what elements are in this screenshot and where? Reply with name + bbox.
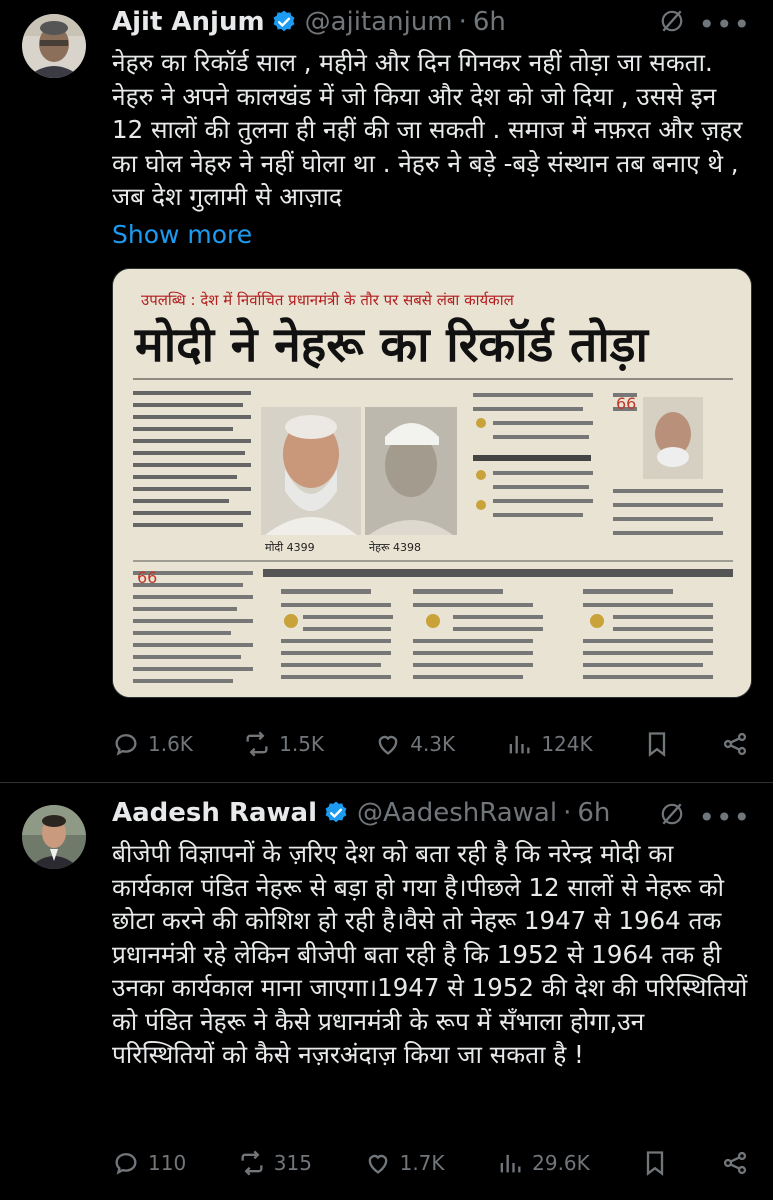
share-button[interactable]	[721, 730, 749, 758]
timestamp[interactable]: 6h	[577, 798, 610, 828]
tweet-text: नेहरु का रिकॉर्ड साल , महीने और दिन गिनक…	[112, 48, 743, 211]
views-button[interactable]: 124K	[505, 730, 593, 758]
tweet-aadesh-rawal[interactable]: Aadesh Rawal @AadeshRawal · 6h ••• बीजेप…	[0, 782, 773, 1200]
share-icon	[723, 732, 747, 756]
user-handle[interactable]: @ajitanjum	[305, 7, 453, 37]
bookmark-icon	[647, 1151, 664, 1176]
tweet-header: Ajit Anjum @ajitanjum · 6h	[112, 4, 749, 40]
like-count: 4.3K	[410, 732, 456, 756]
bookmark-button[interactable]	[641, 1149, 669, 1177]
reply-icon	[115, 1153, 137, 1175]
grok-icon[interactable]	[659, 8, 685, 34]
like-count: 1.7K	[399, 1151, 445, 1175]
grok-icon[interactable]	[659, 801, 685, 827]
separator: ·	[458, 7, 467, 37]
timestamp[interactable]: 6h	[473, 7, 506, 37]
views-icon	[500, 1154, 521, 1173]
avatar[interactable]	[22, 805, 86, 869]
repost-icon	[246, 731, 268, 757]
reply-icon	[115, 734, 137, 756]
svg-text:66: 66	[616, 394, 636, 413]
bookmark-button[interactable]	[643, 730, 671, 758]
tweet-ajit-anjum[interactable]: Ajit Anjum @ajitanjum · 6h ••• नेहरु का …	[0, 0, 773, 782]
reply-button[interactable]: 110	[112, 1149, 186, 1177]
bookmark-icon	[648, 732, 665, 757]
user-handle[interactable]: @AadeshRawal	[357, 798, 557, 828]
views-count: 124K	[541, 732, 593, 756]
share-icon	[723, 1151, 747, 1175]
more-icon[interactable]: •••	[698, 801, 751, 834]
display-name[interactable]: Ajit Anjum	[112, 7, 265, 37]
views-button[interactable]: 29.6K	[496, 1149, 590, 1177]
svg-text:66: 66	[137, 568, 157, 587]
show-more-link[interactable]: Show more	[112, 218, 749, 252]
tweet-text: बीजेपी विज्ञापनों के ज़रिए देश को बता रह…	[112, 839, 748, 1069]
newspaper-kicker: उपलब्धि : देश में निर्वाचित प्रधानमंत्री…	[141, 291, 515, 309]
repost-button[interactable]: 1.5K	[243, 730, 324, 758]
avatar[interactable]	[22, 14, 86, 78]
caption-left: मोदी 4399	[265, 541, 315, 554]
like-button[interactable]: 4.3K	[374, 730, 455, 758]
reply-count: 1.6K	[148, 732, 193, 756]
display-name[interactable]: Aadesh Rawal	[112, 798, 317, 828]
more-icon[interactable]: •••	[698, 8, 751, 41]
repost-count: 315	[273, 1151, 312, 1175]
verified-badge-icon	[325, 801, 347, 823]
tweet-actions: 110 315 1.7K 29.6K	[112, 1149, 749, 1177]
tweet-actions: 1.6K 1.5K 4.3K 124K	[112, 730, 749, 758]
tweet-media-newspaper[interactable]: उपलब्धि : देश में निर्वाचित प्रधानमंत्री…	[112, 267, 752, 698]
newspaper-headline: मोदी ने नेहरू का रिकॉर्ड तोड़ा	[134, 317, 649, 373]
tweet-header: Aadesh Rawal @AadeshRawal · 6h	[112, 795, 749, 831]
repost-count: 1.5K	[279, 732, 325, 756]
verified-badge-icon	[273, 10, 294, 32]
reply-count: 110	[148, 1151, 187, 1175]
like-icon	[368, 1154, 387, 1174]
repost-icon	[241, 1150, 263, 1176]
share-button[interactable]	[721, 1149, 749, 1177]
repost-button[interactable]: 315	[238, 1149, 312, 1177]
separator: ·	[563, 798, 572, 828]
like-button[interactable]: 1.7K	[364, 1149, 445, 1177]
reply-button[interactable]: 1.6K	[112, 730, 193, 758]
views-icon	[509, 735, 530, 754]
like-icon	[378, 735, 398, 755]
caption-right: नेहरू 4398	[369, 541, 421, 554]
views-count: 29.6K	[532, 1151, 590, 1175]
